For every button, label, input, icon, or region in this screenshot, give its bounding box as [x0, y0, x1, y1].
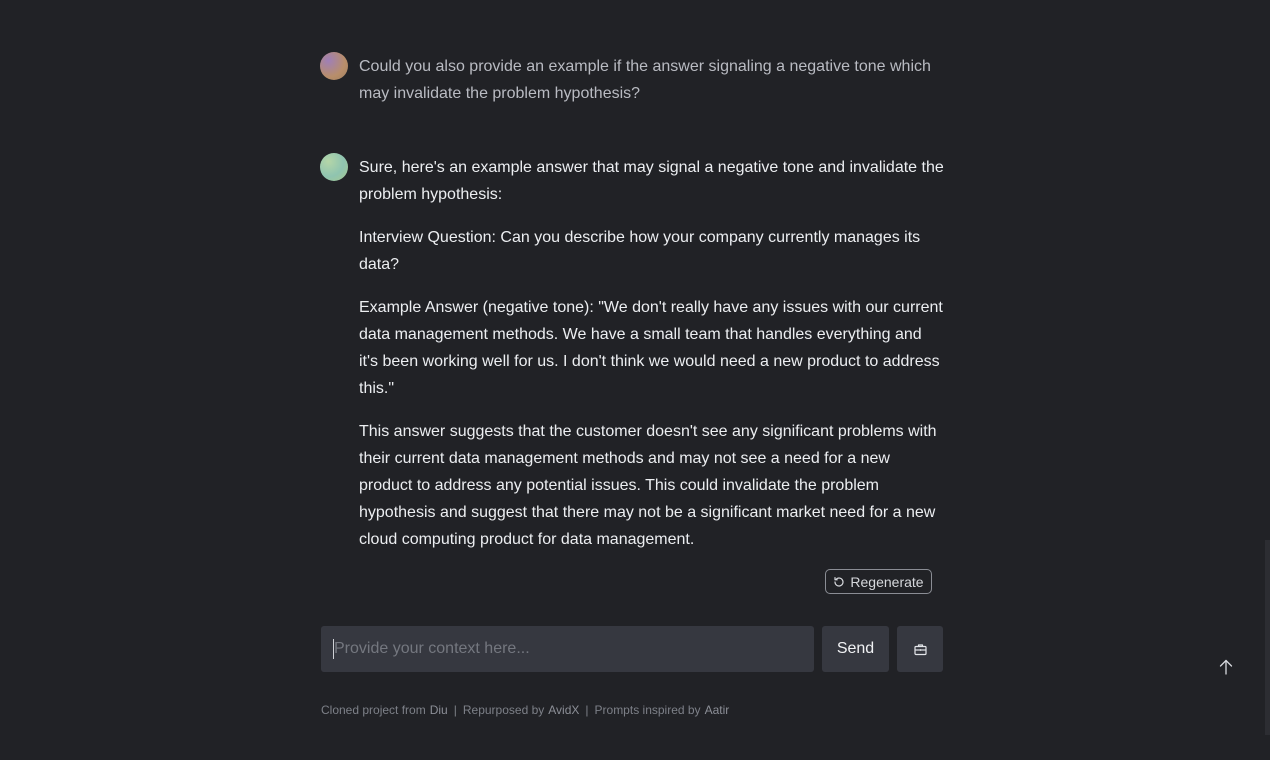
assistant-paragraph: This answer suggests that the customer d…: [359, 423, 937, 548]
regenerate-button[interactable]: Regenerate: [825, 569, 932, 594]
regenerate-label: Regenerate: [850, 573, 924, 590]
send-button[interactable]: Send: [822, 626, 889, 672]
footer-repurposed-text: Repurposed by: [462, 703, 545, 717]
assistant-message-text: Sure, here's an example answer that may …: [359, 154, 945, 553]
user-avatar: [320, 52, 348, 80]
footer-link-avidx[interactable]: AvidX: [548, 703, 579, 717]
context-input[interactable]: [321, 626, 814, 672]
assistant-paragraph: Interview Question: Can you describe how…: [359, 229, 921, 273]
chat-page: Could you also provide an example if the…: [0, 0, 1270, 760]
footer: Cloned project from Diu | Repurposed by Avid…: [321, 703, 729, 717]
user-message-text: Could you also provide an example if the…: [359, 58, 931, 102]
assistant-avatar: [320, 153, 348, 181]
footer-separator: |: [585, 703, 589, 717]
briefcase-button[interactable]: [897, 626, 943, 672]
footer-cloned-text: Cloned project from: [321, 703, 426, 717]
scrollbar[interactable]: [1265, 540, 1270, 735]
briefcase-icon: [913, 643, 927, 655]
assistant-paragraph: Sure, here's an example answer that may …: [359, 159, 944, 203]
footer-prompts-text: Prompts inspired by: [594, 703, 701, 717]
refresh-icon: [834, 576, 844, 587]
assistant-paragraph: Example Answer (negative tone): "We don'…: [359, 299, 943, 397]
footer-separator: |: [453, 703, 457, 717]
scroll-to-top-button[interactable]: [1215, 656, 1237, 678]
text-caret: [333, 639, 334, 659]
footer-link-diu[interactable]: Diu: [430, 703, 448, 717]
footer-link-aatir[interactable]: Aatir: [705, 703, 730, 717]
arrow-up-icon: [1219, 659, 1233, 675]
